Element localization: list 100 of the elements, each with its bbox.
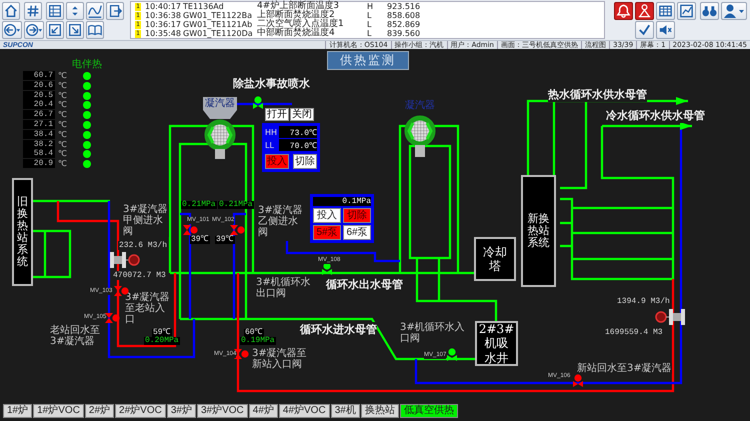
limit-label: LL	[265, 140, 275, 150]
screen-tab[interactable]: 3#炉	[166, 404, 196, 418]
unit-label: ℃	[58, 80, 67, 90]
pressure-reading: 0.20MPa	[144, 337, 180, 345]
pressure-reading: 0.1MPa	[313, 197, 371, 206]
screen-tab[interactable]: 4#炉VOC	[278, 404, 330, 418]
flow-reading: 232.6 M3/h	[118, 241, 168, 250]
forward-button[interactable]	[24, 20, 44, 38]
alarm-type: L	[367, 20, 372, 29]
alarm-time: 10:35:48	[145, 29, 182, 38]
screen-tab[interactable]: 1#炉	[3, 404, 32, 418]
pipe-label: 冷水循环水供水母管	[606, 108, 705, 123]
heat-trace-label: 电伴热	[72, 58, 102, 71]
unit-label: ℃	[58, 149, 67, 158]
unit-label: ℃	[58, 110, 67, 120]
note-label: 新站回水至3#凝汽器	[577, 363, 672, 374]
pump-button[interactable]: 5#泵	[313, 225, 341, 240]
screen-tab[interactable]: 2#炉VOC	[115, 404, 166, 418]
report-button[interactable]	[677, 2, 696, 20]
limit-value: 73.0℃	[279, 126, 317, 138]
limit-value: 70.0℃	[279, 139, 317, 151]
bell-icon	[615, 2, 632, 20]
alarm-type: L	[367, 29, 372, 38]
valve-icon[interactable]	[321, 262, 333, 276]
screen-title: 供热监测	[327, 51, 409, 70]
screen-tab[interactable]: 低真空供热	[400, 404, 458, 418]
import-button[interactable]	[46, 20, 64, 38]
note-label: 3#凝汽器甲侧进水阀	[123, 204, 169, 237]
pressure-reading: 0.21MPa	[218, 201, 254, 209]
mode-button[interactable]: 投入	[265, 154, 289, 169]
book-button[interactable]	[86, 20, 104, 38]
mute-button[interactable]	[656, 20, 675, 38]
condenser-label: 凝汽器	[205, 98, 235, 109]
alarm-description: 上部断面焚烧温度2	[257, 11, 335, 20]
table-button[interactable]	[46, 2, 64, 20]
pipe-label: 循环水出水母管	[326, 277, 403, 292]
unit-label: ℃	[58, 90, 67, 100]
export-button[interactable]	[66, 20, 84, 38]
alarm-bell-button[interactable]	[614, 2, 633, 20]
screen-tab[interactable]: 2#炉	[84, 404, 114, 418]
hash-button[interactable]	[24, 2, 42, 20]
unit-label: ℃	[58, 140, 67, 149]
station-box: 2#3#机吸水井	[475, 321, 518, 366]
up-down-button[interactable]	[66, 2, 84, 20]
alarm-value: 923.516	[387, 2, 422, 11]
temperature-value: 20.9	[23, 159, 55, 168]
screen-tab[interactable]: 3#机	[330, 404, 360, 418]
pressure-reading: 0.21MPa	[181, 201, 217, 209]
flow-reading: 1699559.4 M3	[604, 328, 664, 337]
temperature-value: 38.4	[23, 130, 55, 139]
flow-reading: 470072.7 M3	[112, 271, 167, 280]
unit-label: ℃	[58, 120, 67, 129]
alarm-value: 852.869	[387, 20, 422, 29]
valve-command-button[interactable]: 关闭	[290, 108, 314, 121]
alarm-description: 中部断面焚烧温度4	[257, 29, 336, 38]
home-button[interactable]	[2, 2, 20, 20]
flowmeter-drawing	[110, 252, 140, 268]
back-button[interactable]	[2, 20, 22, 38]
alarm-tag: GW01_TE1121Ab	[183, 20, 257, 29]
condenser-drawing	[403, 113, 437, 157]
station-box: 冷却塔	[474, 237, 516, 281]
pipe-label: 循环水进水母管	[300, 322, 377, 337]
pressure-reading: 0.19MPa	[240, 337, 276, 345]
valve-command-button[interactable]: 打开	[265, 108, 289, 121]
table-button[interactable]	[656, 2, 675, 20]
condenser-drawing	[203, 97, 237, 159]
station-box: 旧换热站系统	[12, 178, 33, 286]
temperature-reading: 60℃	[244, 329, 264, 337]
trend-button[interactable]	[86, 2, 104, 20]
alarm-time: 10:40:17	[145, 2, 182, 11]
screen-tab[interactable]: 换热站	[360, 404, 399, 418]
mode-button[interactable]: 切除	[293, 154, 317, 169]
screen-tab[interactable]: 1#炉VOC	[33, 404, 84, 418]
acknowledge-button[interactable]	[635, 20, 654, 38]
valve-icon[interactable]	[446, 348, 458, 362]
unit-label: ℃	[58, 71, 67, 80]
alarm-group-button[interactable]	[635, 2, 654, 20]
alarm-icon	[636, 2, 653, 20]
temperature-value: 20.5	[23, 90, 55, 100]
limit-label: HH	[265, 128, 277, 136]
pump-button[interactable]: 6#泵	[343, 225, 371, 240]
user-button[interactable]	[721, 2, 747, 20]
temperature-reading: 39℃	[215, 236, 235, 244]
valve-icon[interactable]	[252, 96, 264, 110]
alarm-tag: TE1136Ad	[183, 2, 257, 11]
screen-tab[interactable]: 4#炉	[248, 404, 278, 418]
pipe-label: 热水循环水供水母管	[548, 87, 647, 102]
pump-button[interactable]: 投入	[313, 208, 341, 223]
find-button[interactable]	[700, 2, 719, 20]
temperature-value: 58.4	[23, 149, 55, 158]
alarm-description: 4#炉上部断面温度3	[257, 2, 340, 11]
flow-reading: 1394.9 M3/h	[616, 297, 671, 306]
alarm-value: 858.608	[387, 11, 422, 20]
exit-button[interactable]	[106, 2, 124, 20]
temperature-reading: 59℃	[152, 329, 172, 337]
chart-icon	[678, 2, 695, 20]
temperature-value: 26.7	[23, 110, 55, 120]
pump-button[interactable]: 切除	[343, 208, 371, 223]
unit-label: ℃	[58, 159, 67, 168]
screen-tab[interactable]: 3#炉VOC	[196, 404, 248, 418]
